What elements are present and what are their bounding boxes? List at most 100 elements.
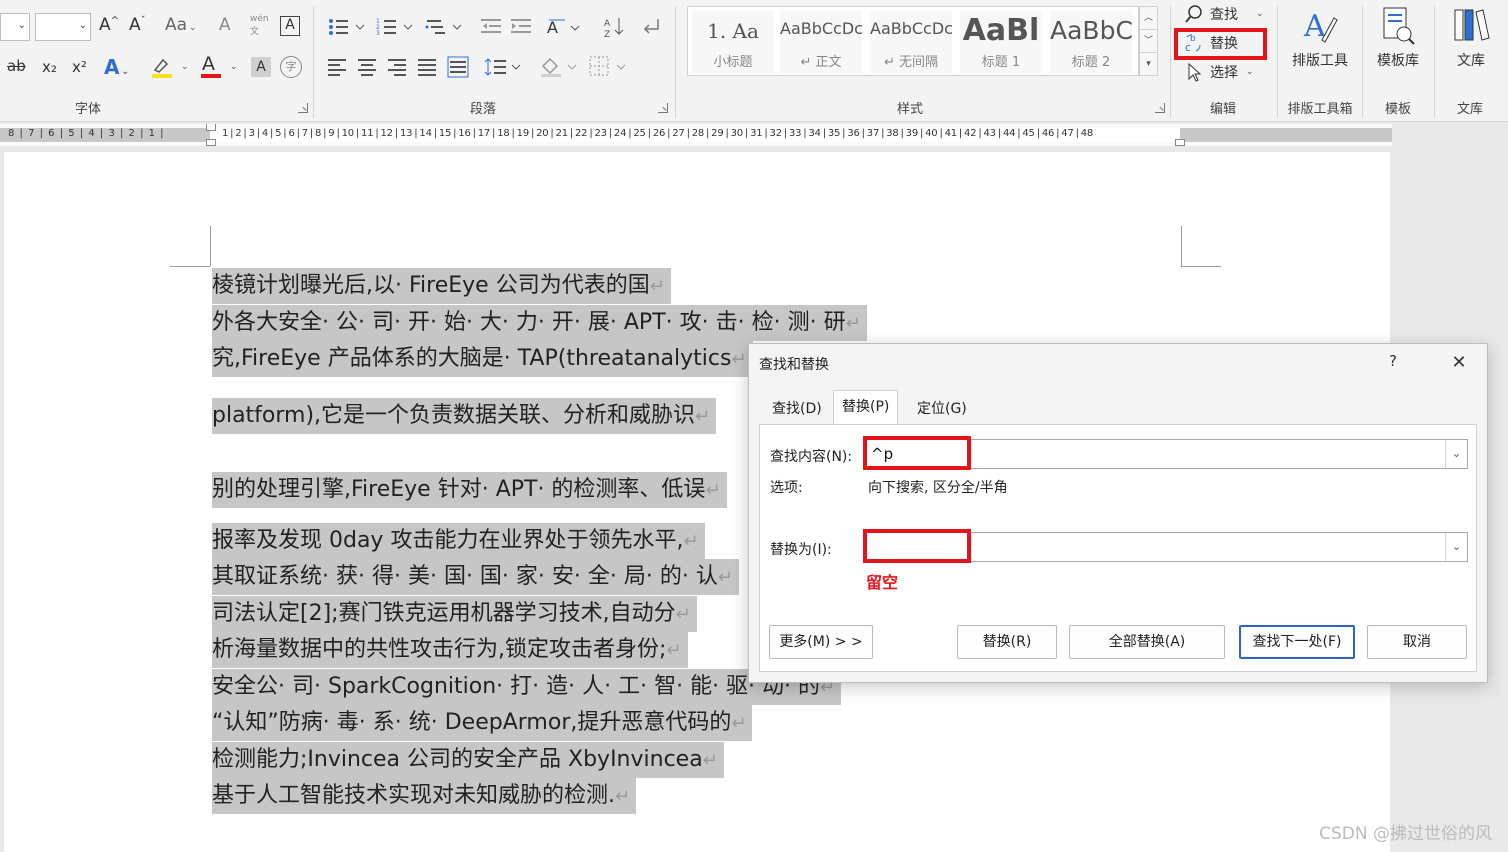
chevron-up-icon[interactable]: ︿ xyxy=(1140,7,1157,30)
first-line-indent-marker[interactable] xyxy=(206,124,216,131)
doc-line[interactable]: 析海量数据中的共性攻击行为,锁定攻击者身份;↵ xyxy=(212,632,688,668)
svg-text:c: c xyxy=(1185,41,1191,53)
decrease-indent-button[interactable] xyxy=(481,18,503,40)
justify-icon xyxy=(418,59,436,76)
find-button[interactable]: 查找 ⌄ xyxy=(1184,4,1264,24)
chinese-layout-button[interactable]: A xyxy=(547,16,583,42)
style-tile[interactable]: AaBbCcDc ↵ 无间隔 xyxy=(870,11,952,73)
grow-font-icon[interactable]: A^ xyxy=(99,15,119,35)
expand-gallery-icon[interactable]: ▾ xyxy=(1140,53,1157,76)
line-text: 外各大安全· 公· 司· 开· 始· 大· 力· 开· 展· APT· 攻· 击… xyxy=(212,310,846,335)
dialog-title: 查找和替换 xyxy=(759,357,829,373)
style-tile[interactable]: AaBl 标题 1 xyxy=(960,11,1042,73)
doc-line[interactable]: 报率及发现 0day 攻击能力在业界处于领先水平,↵ xyxy=(212,523,705,559)
show-marks-button[interactable] xyxy=(641,17,661,41)
font-color-button[interactable]: A xyxy=(202,53,215,75)
highlight-button[interactable] xyxy=(151,56,173,78)
template-icon xyxy=(1383,7,1415,45)
library-button[interactable]: 文库 xyxy=(1436,6,1506,86)
doc-line[interactable]: 司法认定[2];赛门铁克运用机器学习技术,自动分↵ xyxy=(212,596,697,632)
doc-line[interactable]: 外各大安全· 公· 司· 开· 始· 大· 力· 开· 展· APT· 攻· 击… xyxy=(212,305,867,341)
multilevel-list-button[interactable] xyxy=(425,18,465,40)
align-right-button[interactable] xyxy=(388,58,408,80)
style-tile[interactable]: AaBbCcDc ↵ 正文 xyxy=(780,11,862,73)
gallery-scroll[interactable]: ︿ ﹀ ▾ xyxy=(1139,6,1158,76)
align-left-button[interactable] xyxy=(328,58,348,80)
doc-line[interactable]: platform),它是一个负责数据关联、分析和威胁识↵ xyxy=(212,398,717,434)
find-next-button[interactable]: 查找下一处(F) xyxy=(1239,625,1355,659)
paragraph-dialog-launcher[interactable] xyxy=(658,103,668,113)
line-spacing-button[interactable] xyxy=(484,56,524,82)
sort-button[interactable]: AZ xyxy=(604,16,626,42)
font-size-combo[interactable]: ⌄ xyxy=(35,13,91,41)
doc-line[interactable]: 别的处理引擎,FireEye 针对· APT· 的检测率、低误↵ xyxy=(212,472,727,508)
doc-line[interactable]: 其取证系统· 获· 得· 美· 国· 国· 家· 安· 全· 局· 的· 认↵ xyxy=(212,559,739,595)
style-tile[interactable]: AaBbC 标题 2 xyxy=(1050,11,1132,73)
select-button[interactable]: 选择 ⌄ xyxy=(1184,62,1254,82)
doc-line[interactable]: 基于人工智能技术实现对未知威胁的检测.↵ xyxy=(212,778,637,814)
ruler-left-numbers: 8 | 7 | 6 | 5 | 4 | 3 | 2 | 1 | xyxy=(8,128,165,139)
help-button[interactable]: ? xyxy=(1389,352,1397,370)
style-tile[interactable]: 1. Aa 小标题 xyxy=(692,11,774,73)
char-border-button[interactable]: A xyxy=(280,16,300,36)
strikethrough-button[interactable]: ab xyxy=(7,57,26,75)
cancel-button[interactable]: 取消 xyxy=(1367,625,1467,659)
chevron-down-icon[interactable]: ﹀ xyxy=(1140,30,1157,53)
superscript-button[interactable]: x² xyxy=(72,58,87,76)
doc-line[interactable]: 安全公· 司· SparkCognition· 打· 造· 人· 工· 智· 能… xyxy=(212,669,842,705)
align-center-button[interactable] xyxy=(358,58,378,80)
distributed-button[interactable] xyxy=(447,56,469,82)
doc-line[interactable]: 检测能力;Invincea 公司的安全产品 XbyInvincea↵ xyxy=(212,742,724,778)
line-text: 别的处理引擎,FireEye 针对· APT· 的检测率、低误 xyxy=(212,477,706,502)
doc-line[interactable]: 棱镜计划曝光后,以· FireEye 公司为代表的国↵ xyxy=(212,268,671,304)
clear-format-icon[interactable]: A xyxy=(219,15,231,35)
chevron-down-icon[interactable]: ⌄ xyxy=(1445,440,1467,468)
text-effects-button[interactable]: A ⌄ xyxy=(104,55,129,79)
doc-line[interactable]: “认知”防病· 毒· 系· 统· DeepArmor,提升恶意代码的↵ xyxy=(212,705,753,741)
replace-button[interactable]: bc 替换 xyxy=(1184,33,1238,53)
font-dialog-launcher[interactable] xyxy=(298,103,308,113)
chevron-down-icon[interactable]: ⌄ xyxy=(1445,533,1467,561)
typeset-tools-button[interactable]: A 排版工具 xyxy=(1285,6,1355,86)
chevron-down-icon[interactable]: ⌄ xyxy=(230,62,238,72)
change-case-button[interactable]: Aa ⌄ xyxy=(165,15,197,35)
borders-button[interactable] xyxy=(589,56,629,82)
shading-button[interactable] xyxy=(540,56,580,82)
ribbon: ⌄ ⌄ A^ Aˇ Aa ⌄ A wén 文 A ab x₂ x² A ⌄ ⌄ A ⌄… xyxy=(0,0,1508,122)
font-name-combo[interactable]: ⌄ xyxy=(0,13,30,41)
numbering-button[interactable]: 123 xyxy=(376,18,416,40)
replace-button[interactable]: 替换(R) xyxy=(957,625,1057,659)
horizontal-ruler[interactable]: 8 | 7 | 6 | 5 | 4 | 3 | 2 | 1 | 1 | 2 | … xyxy=(0,124,1392,146)
increase-indent-button[interactable] xyxy=(511,18,533,40)
font-group-label: 字体 xyxy=(74,102,101,117)
bullets-button[interactable] xyxy=(328,18,368,40)
enclose-char-button[interactable]: 字 xyxy=(280,56,302,78)
bullet-list-icon xyxy=(329,19,365,35)
styles-group-label: 样式 xyxy=(896,102,923,117)
phonetic-guide-button[interactable]: wén 文 xyxy=(250,14,269,37)
char-shading-button[interactable]: A xyxy=(251,57,271,77)
find-what-input[interactable]: ^p ⌄ xyxy=(864,439,1468,469)
subscript-button[interactable]: x₂ xyxy=(42,58,57,76)
tab-replace[interactable]: 替换(P) xyxy=(833,390,899,425)
styles-dialog-launcher[interactable] xyxy=(1155,103,1165,113)
more-button[interactable]: 更多(M) > > xyxy=(769,625,873,659)
replace-all-button[interactable]: 全部替换(A) xyxy=(1069,625,1225,659)
group-divider xyxy=(1170,6,1171,118)
chevron-down-icon: ⌄ xyxy=(78,20,87,31)
right-indent-marker[interactable] xyxy=(1175,139,1185,146)
replace-with-input[interactable]: ⌄ xyxy=(864,532,1468,562)
close-icon[interactable]: ✕ xyxy=(1446,350,1472,376)
justify-button[interactable] xyxy=(418,58,438,80)
tab-find[interactable]: 查找(D) xyxy=(763,392,831,424)
template-library-button[interactable]: 模板库 xyxy=(1363,6,1433,86)
shrink-font-icon[interactable]: Aˇ xyxy=(129,15,146,35)
group-divider xyxy=(313,6,314,118)
multilevel-list-icon xyxy=(425,20,462,34)
chevron-down-icon[interactable]: ⌄ xyxy=(181,62,189,72)
left-indent-marker[interactable] xyxy=(206,139,216,146)
borders-icon xyxy=(589,56,626,76)
style-sample: AaBbCcDc xyxy=(780,19,862,38)
tab-goto[interactable]: 定位(G) xyxy=(908,392,976,424)
doc-line[interactable]: 究,FireEye 产品体系的大脑是· TAP(threatanalytics↵ xyxy=(212,341,753,377)
